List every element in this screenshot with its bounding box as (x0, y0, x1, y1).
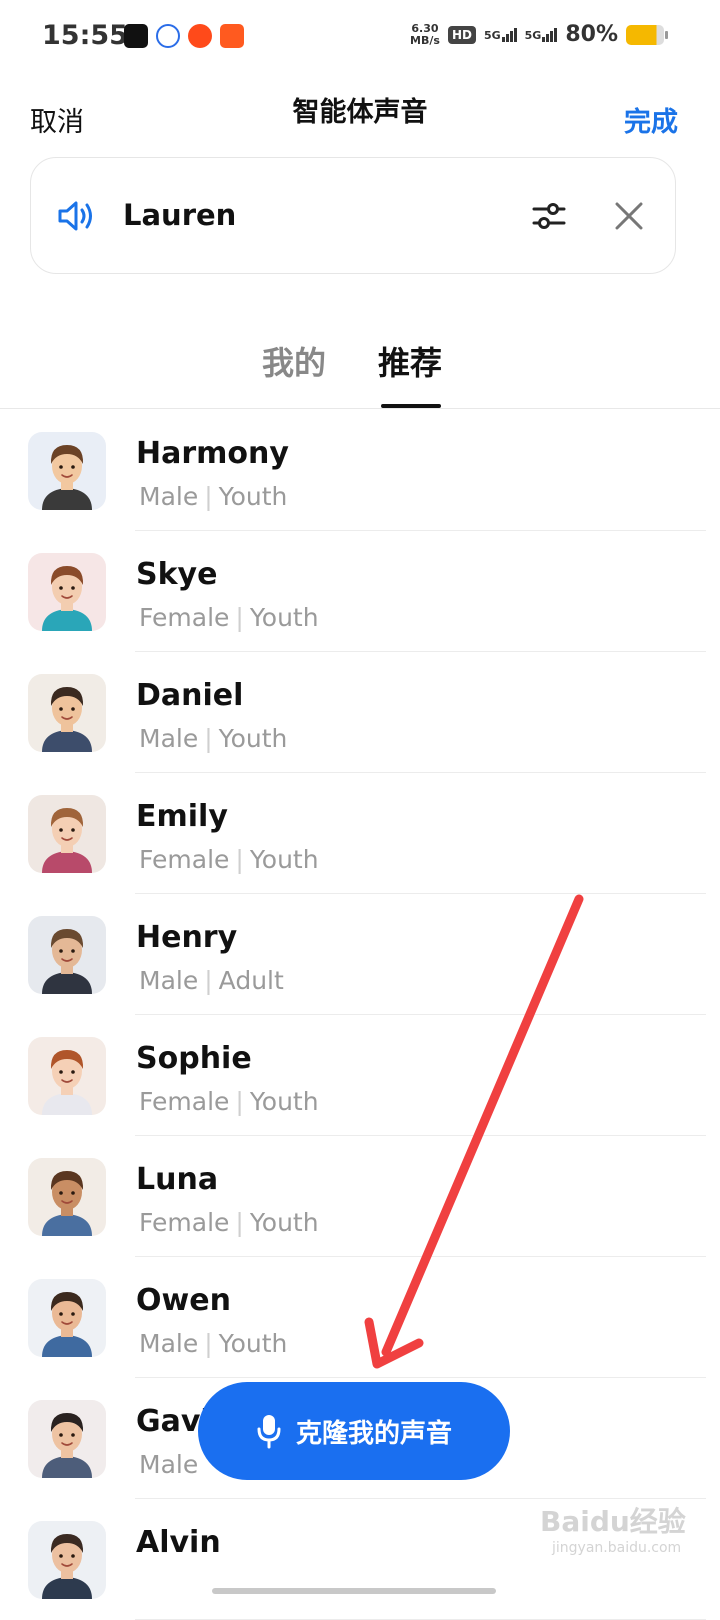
network-speed-value: 6.30 (411, 21, 439, 35)
settings-sliders-icon[interactable] (531, 198, 567, 234)
voice-age: Youth (218, 1329, 288, 1358)
clone-voice-label: 克隆我的声音 (295, 1418, 452, 1449)
avatar-harmony (28, 432, 106, 510)
avatar-skye (28, 553, 106, 631)
tiktok-icon (124, 24, 148, 48)
baidu-paw-icon (156, 24, 180, 48)
signal-sim1-icon: 5G (483, 27, 517, 42)
tab-recommended[interactable]: 推荐 (378, 338, 442, 384)
hd-badge: HD (447, 25, 476, 44)
voice-tags: Female | Youth (139, 1208, 319, 1237)
baidu-watermark-url: jingyan.baidu.com (552, 1540, 682, 1556)
xiaohongshu-icon (220, 24, 244, 48)
taobao-icon (188, 24, 212, 48)
avatar-daniel (28, 674, 106, 752)
close-icon[interactable] (613, 200, 645, 232)
tab-mine[interactable]: 我的 (262, 338, 326, 384)
voice-list-item[interactable]: Owen Male | Youth (0, 1257, 720, 1378)
voice-gender: Male (139, 1329, 199, 1358)
network-speed: 6.30 MB/s (410, 21, 440, 47)
voice-list-item[interactable]: Henry Male | Adult (0, 894, 720, 1015)
voice-name: Luna (136, 1162, 219, 1197)
page-title: 智能体声音 (292, 97, 428, 128)
clone-voice-button[interactable]: 克隆我的声音 (198, 1382, 510, 1480)
battery-icon (626, 24, 668, 45)
avatar-gavin (28, 1400, 106, 1478)
home-indicator[interactable] (212, 1588, 496, 1594)
avatar-luna (28, 1158, 106, 1236)
voice-gender: Female (139, 1087, 230, 1116)
voice-list-item[interactable]: Sophie Female | Youth (0, 1015, 720, 1136)
tag-separator: | (235, 603, 244, 632)
voice-age: Youth (218, 482, 288, 511)
voice-list-item[interactable]: Skye Female | Youth (0, 531, 720, 652)
voice-gender: Female (139, 603, 230, 632)
avatar-sophie (28, 1037, 106, 1115)
voice-gender: Female (139, 1208, 230, 1237)
voice-age: Youth (249, 1087, 319, 1116)
avatar-emily (28, 795, 106, 873)
voice-gender: Male (139, 1450, 199, 1479)
tag-separator: | (204, 1329, 213, 1358)
tag-separator: | (235, 1208, 244, 1237)
sim2-label: 5G (524, 28, 542, 42)
sim1-label: 5G (483, 28, 501, 42)
voice-list-item[interactable]: Daniel Male | Youth (0, 652, 720, 773)
voice-name: Harmony (136, 436, 289, 471)
voice-gender: Male (139, 482, 199, 511)
tag-separator: | (204, 724, 213, 753)
baidu-watermark: Baidu经验 (540, 1505, 686, 1538)
avatar-owen (28, 1279, 106, 1357)
tag-separator: | (235, 845, 244, 874)
voice-name: Sophie (136, 1041, 252, 1076)
voice-tags: Male | Youth (139, 1329, 287, 1358)
done-button[interactable]: 完成 (624, 100, 678, 139)
voice-tags: Male | Youth (139, 482, 287, 511)
tabs-divider (0, 408, 720, 409)
signal-sim2-icon: 5G (524, 27, 558, 42)
voice-list-item[interactable]: Harmony Male | Youth (0, 410, 720, 531)
voice-name: Alvin (136, 1525, 221, 1560)
voice-age: Youth (249, 845, 319, 874)
status-time: 15:55 (42, 20, 128, 51)
voice-age: Youth (249, 1208, 319, 1237)
status-app-icons (124, 24, 244, 48)
voice-gender: Male (139, 724, 199, 753)
nav-header: 取消 智能体声音 完成 (0, 86, 720, 146)
avatar-alvin (28, 1521, 106, 1599)
voice-tags: Female | Youth (139, 845, 319, 874)
voice-tags: Female | Youth (139, 603, 319, 632)
voice-name: Skye (136, 557, 218, 592)
tag-separator: | (204, 482, 213, 511)
voice-tags: Female | Youth (139, 1087, 319, 1116)
voice-name: Emily (136, 799, 228, 834)
voice-gender: Male (139, 966, 199, 995)
voice-age: Youth (249, 603, 319, 632)
tag-separator: | (235, 1087, 244, 1116)
voice-list-item[interactable]: Emily Female | Youth (0, 773, 720, 894)
tag-separator: | (204, 966, 213, 995)
microphone-icon (257, 1415, 281, 1449)
voice-tags: Male | Adult (139, 966, 284, 995)
avatar-henry (28, 916, 106, 994)
battery-percent: 80% (565, 22, 618, 47)
voice-name: Daniel (136, 678, 244, 713)
voice-tags: Male | Youth (139, 724, 287, 753)
voice-gender: Female (139, 845, 230, 874)
voice-list-item[interactable]: Luna Female | Youth (0, 1136, 720, 1257)
voice-tabs: 我的 推荐 (0, 330, 720, 410)
voice-name: Henry (136, 920, 238, 955)
status-right: 6.30 MB/s HD 5G 5G 80% (410, 21, 668, 47)
network-speed-unit: MB/s (410, 33, 440, 47)
voice-name: Owen (136, 1283, 231, 1318)
voice-tags: Male (139, 1450, 198, 1479)
selected-voice-card[interactable]: Lauren (30, 157, 676, 274)
selected-voice-name: Lauren (123, 198, 237, 232)
voice-age: Youth (218, 724, 288, 753)
voice-age: Adult (218, 966, 284, 995)
status-bar: 15:55 6.30 MB/s HD 5G 5G 80% (0, 0, 720, 76)
speaker-icon[interactable] (57, 198, 95, 234)
